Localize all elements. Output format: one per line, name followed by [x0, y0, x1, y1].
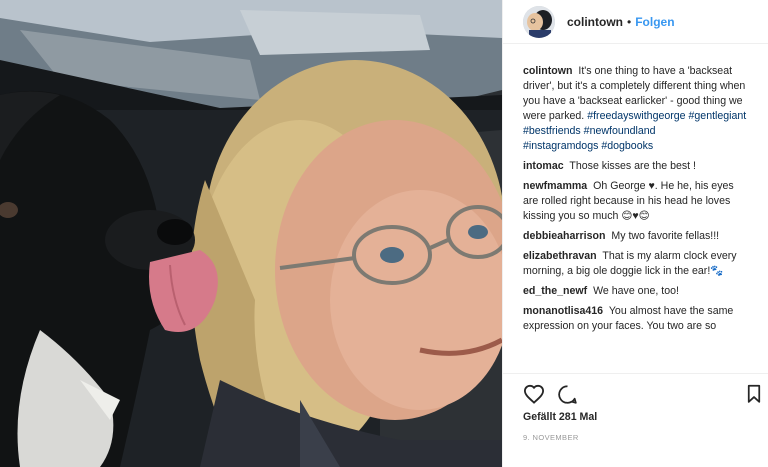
caption-username[interactable]: colintown — [523, 65, 572, 77]
hashtag[interactable]: #instagramdogs — [523, 140, 598, 152]
comment: intomac Those kisses are the best ! — [523, 159, 751, 174]
likes-count[interactable]: Gefällt 281 Mal — [523, 411, 597, 423]
heart-icon[interactable] — [523, 384, 545, 409]
comment-username[interactable]: newfmamma — [523, 180, 587, 192]
post-date: 9. NOVEMBER — [523, 433, 579, 442]
comment-username[interactable]: ed_the_newf — [523, 285, 587, 297]
comment: elizabethravan That is my alarm clock ev… — [523, 249, 751, 279]
hashtag[interactable]: #freedayswithgeorge — [587, 110, 685, 122]
header-separator: • — [627, 14, 632, 29]
comment: newfmamma Oh George ♥. He he, his eyes a… — [523, 179, 751, 224]
header-username[interactable]: colintown — [567, 15, 623, 29]
comment-icon[interactable] — [557, 384, 578, 410]
post-header: colintown • Folgen — [503, 0, 768, 44]
hashtag[interactable]: #gentlegiant — [689, 110, 747, 122]
likes-label: Gefällt 281 Mal — [523, 411, 598, 423]
comment: ed_the_newf We have one, too! — [523, 284, 751, 299]
comment-text: My two favorite fellas!!! — [611, 230, 720, 242]
post-photo — [0, 0, 502, 467]
comment-username[interactable]: elizabethravan — [523, 250, 597, 262]
comment-text: Those kisses are the best ! — [569, 160, 696, 172]
selfie-image — [0, 0, 502, 467]
comment-username[interactable]: intomac — [523, 160, 564, 172]
comment-username[interactable]: monanotlisa416 — [523, 305, 603, 317]
post-sidebar: colintown • Folgen colintown It's one th… — [502, 0, 768, 467]
comment-text: We have one, too! — [593, 285, 679, 297]
comment: monanotlisa416 You almost have the same … — [523, 304, 751, 334]
avatar-image — [523, 5, 555, 38]
hashtag[interactable]: #dogbooks — [601, 140, 653, 152]
hashtag[interactable]: #newfoundland — [584, 125, 656, 137]
caption: colintown It's one thing to have a 'back… — [523, 64, 751, 154]
action-bar — [503, 373, 768, 409]
avatar[interactable] — [523, 5, 555, 38]
comment-username[interactable]: debbieaharrison — [523, 230, 605, 242]
comment: debbieaharrison My two favorite fellas!!… — [523, 229, 751, 244]
follow-button[interactable]: Folgen — [635, 15, 674, 29]
bookmark-icon[interactable] — [747, 384, 761, 409]
comments-list[interactable]: colintown It's one thing to have a 'back… — [503, 64, 768, 372]
hashtag[interactable]: #bestfriends — [523, 125, 581, 137]
